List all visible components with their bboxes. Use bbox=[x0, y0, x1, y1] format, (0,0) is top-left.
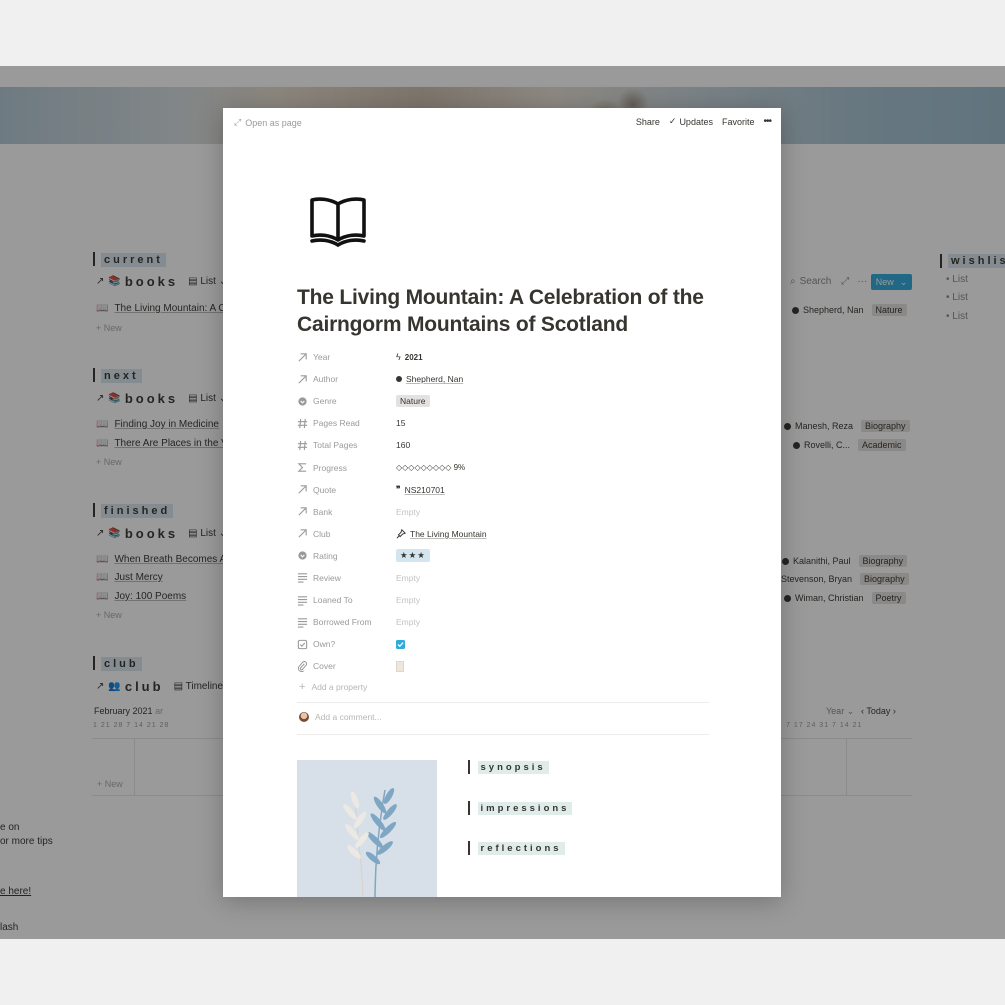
updates-button[interactable]: ✓ Updates bbox=[669, 116, 713, 127]
person-icon bbox=[396, 376, 402, 383]
section-link-synopsis[interactable]: synopsis bbox=[468, 760, 549, 774]
select-icon bbox=[298, 397, 307, 406]
property-pages-read[interactable]: Pages Read 15 bbox=[297, 412, 711, 434]
checkmark-icon: ✓ bbox=[668, 116, 677, 126]
property-list: Year ϟ 2021 Author Shepherd, Nan Genre Na… bbox=[297, 346, 711, 677]
arrow-up-right-icon bbox=[298, 352, 307, 362]
text-icon bbox=[297, 573, 308, 584]
lightning-icon: ϟ bbox=[396, 352, 401, 363]
property-club[interactable]: Club The Living Mountain bbox=[297, 523, 711, 545]
hash-icon bbox=[297, 418, 308, 428]
property-review[interactable]: Review Empty bbox=[297, 567, 711, 589]
comment-input[interactable]: Add a comment... bbox=[299, 712, 382, 722]
select-icon bbox=[298, 551, 307, 561]
property-genre[interactable]: Genre Nature bbox=[297, 390, 711, 412]
arrow-up-right-icon bbox=[298, 507, 307, 516]
section-bar bbox=[468, 801, 470, 815]
botanical-image bbox=[297, 760, 437, 897]
arrow-up-right-icon bbox=[298, 374, 307, 384]
section-bar bbox=[468, 760, 470, 774]
open-as-page-button[interactable]: ⤢ Open as page bbox=[234, 117, 302, 128]
property-rating[interactable]: Rating ★★★ bbox=[297, 545, 711, 567]
section-bar bbox=[468, 841, 470, 855]
open-book-icon[interactable] bbox=[309, 192, 367, 250]
property-cover[interactable]: Cover bbox=[297, 655, 711, 677]
genre-tag: Nature bbox=[396, 395, 430, 408]
property-loaned-to[interactable]: Loaned To Empty bbox=[297, 589, 711, 611]
plus-icon: + bbox=[299, 681, 306, 693]
more-options-button[interactable]: ••• bbox=[763, 116, 771, 127]
property-progress[interactable]: Progress ◇◇◇◇◇◇◇◇◇ 9% bbox=[297, 456, 711, 478]
divider bbox=[297, 734, 709, 735]
hash-icon bbox=[297, 440, 308, 451]
property-bank[interactable]: Bank Empty bbox=[297, 501, 711, 523]
arrow-up-right-icon bbox=[298, 529, 307, 538]
arrow-up-right-icon bbox=[298, 485, 307, 494]
divider bbox=[297, 702, 709, 703]
pin-icon bbox=[396, 528, 406, 539]
avatar bbox=[299, 712, 309, 722]
property-borrowed-from[interactable]: Borrowed From Empty bbox=[297, 611, 711, 633]
expand-icon: ⤢ bbox=[234, 117, 242, 127]
section-link-reflections[interactable]: reflections bbox=[468, 841, 565, 855]
quote-icon: ❞ bbox=[396, 484, 401, 495]
property-author[interactable]: Author Shepherd, Nan bbox=[297, 368, 711, 390]
text-icon bbox=[297, 595, 308, 606]
property-quote[interactable]: Quote ❞ NS210701 bbox=[297, 479, 711, 501]
page-title[interactable]: The Living Mountain: A Celebration of th… bbox=[297, 284, 717, 338]
share-button[interactable]: Share bbox=[636, 117, 660, 127]
paperclip-icon bbox=[297, 660, 308, 672]
cover-thumbnail[interactable] bbox=[396, 660, 404, 672]
property-total-pages[interactable]: Total Pages 160 bbox=[297, 434, 711, 456]
section-link-impressions[interactable]: impressions bbox=[468, 801, 573, 815]
favorite-button[interactable]: Favorite bbox=[722, 117, 755, 127]
own-checkbox[interactable] bbox=[396, 639, 405, 649]
text-icon bbox=[297, 617, 308, 628]
modal-topbar: ⤢ Open as page Share ✓ Updates Favorite •… bbox=[223, 108, 781, 136]
rating-tag: ★★★ bbox=[396, 549, 430, 563]
topbar-actions: Share ✓ Updates Favorite ••• bbox=[636, 116, 772, 127]
checkbox-icon bbox=[297, 639, 308, 649]
page-peek-modal: ⤢ Open as page Share ✓ Updates Favorite •… bbox=[223, 108, 781, 897]
property-year[interactable]: Year ϟ 2021 bbox=[297, 346, 711, 368]
property-own[interactable]: Own? bbox=[297, 633, 711, 655]
add-property-button[interactable]: + Add a property bbox=[299, 681, 367, 693]
sigma-icon bbox=[297, 463, 307, 472]
